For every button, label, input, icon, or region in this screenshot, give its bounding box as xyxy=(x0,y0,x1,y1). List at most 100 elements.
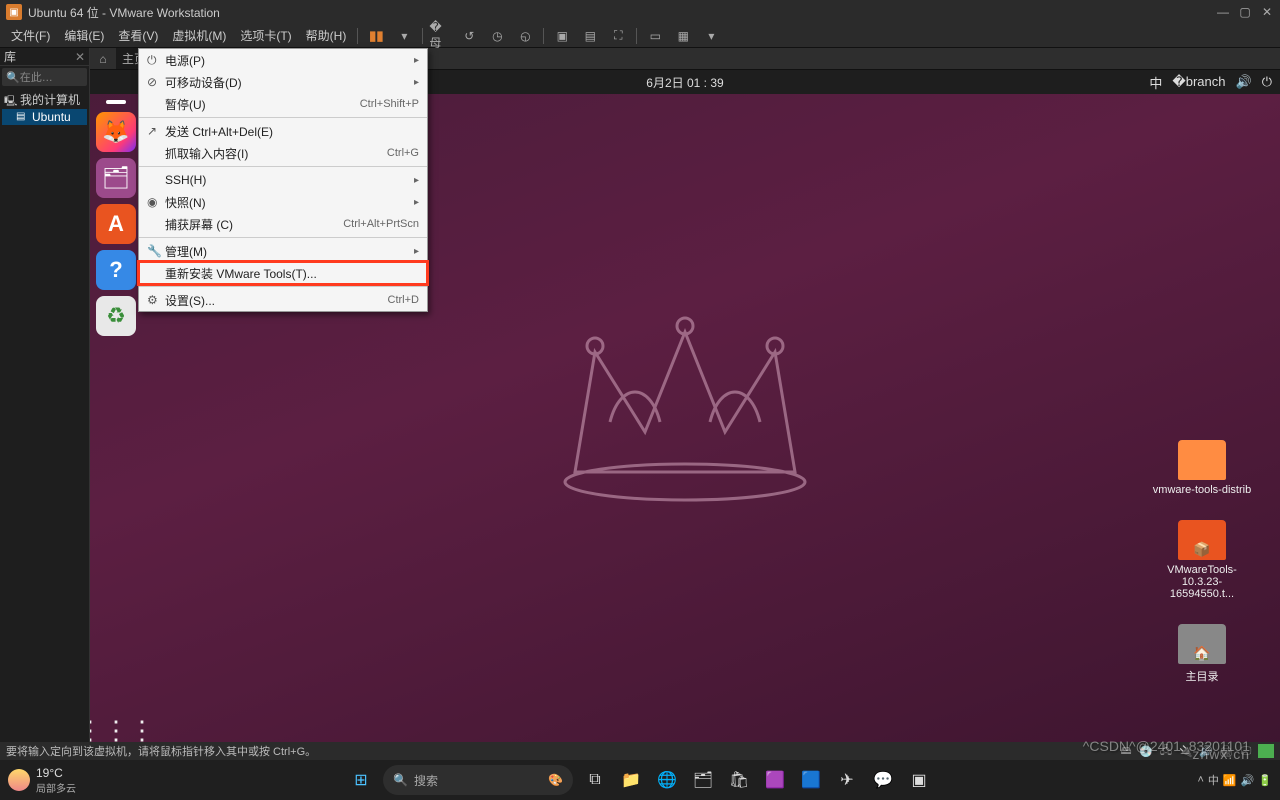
power-icon: ⏻ xyxy=(147,53,165,68)
library-title: 库 xyxy=(4,48,16,65)
power-icon[interactable]: ⏻ xyxy=(1262,74,1272,90)
weather-icon xyxy=(8,769,30,791)
library-search-placeholder: 在此… xyxy=(20,69,53,85)
menu-tabs[interactable]: 选项卡(T) xyxy=(233,25,298,46)
tray-chevron-icon[interactable]: ˄ xyxy=(1197,774,1203,786)
library-close-icon[interactable]: ✕ xyxy=(75,50,85,64)
library-sidebar: 库 ✕ 🔍 在此… 🖳 我的计算机 ▤ Ubuntu xyxy=(0,48,90,760)
vm-menu-capture[interactable]: 捕获屏幕 (C)Ctrl+Alt+PrtScn xyxy=(139,213,427,235)
desktop-home[interactable]: 🏠 主目录 xyxy=(1152,624,1252,684)
computer-icon: 🖳 xyxy=(4,94,18,106)
minimize-button[interactable]: — xyxy=(1216,5,1230,19)
home-icon: ⌂ xyxy=(99,52,106,66)
library-search[interactable]: 🔍 在此… xyxy=(2,68,87,86)
dock-help[interactable]: ? xyxy=(96,250,136,290)
maximize-button[interactable]: ▢ xyxy=(1238,5,1252,19)
search-art-icon: 🎨 xyxy=(548,773,563,787)
ime-indicator[interactable]: 中 xyxy=(1149,73,1162,92)
dock-firefox[interactable]: 🦊 xyxy=(96,112,136,152)
search-icon: 🔍 xyxy=(393,773,408,787)
vm-menu-grab[interactable]: 抓取输入内容(I)Ctrl+G xyxy=(139,142,427,164)
desktop-icons: vmware-tools-distrib 📦 VMwareTools-10.3.… xyxy=(1152,440,1252,684)
ubuntu-clock: 6月2日 01 : 39 xyxy=(646,74,723,91)
vm-menu-snapshot[interactable]: ◉快照(N)▸ xyxy=(139,191,427,213)
tb-app3[interactable]: ✈ xyxy=(833,766,861,794)
network-icon[interactable]: �branch xyxy=(1172,74,1225,90)
taskbar-search[interactable]: 🔍 搜索 🎨 xyxy=(383,765,573,795)
window-titlebar: ▣ Ubuntu 64 位 - VMware Workstation — ▢ ✕ xyxy=(0,0,1280,24)
taskbar-weather[interactable]: 19°C 局部多云 xyxy=(8,766,76,795)
tab-home[interactable]: ⌂ xyxy=(94,50,112,68)
status-indicator xyxy=(1258,744,1274,758)
status-text: 要将输入定向到该虚拟机，请将鼠标指针移入其中或按 Ctrl+G。 xyxy=(6,743,316,759)
last-snap-icon[interactable]: ◵ xyxy=(513,26,537,46)
start-button[interactable]: ⊞ xyxy=(347,766,375,794)
vm-menu-power[interactable]: ⏻电源(P)▸ xyxy=(139,49,427,71)
close-button[interactable]: ✕ xyxy=(1260,5,1274,19)
menu-file[interactable]: 文件(F) xyxy=(4,25,57,46)
window-title: Ubuntu 64 位 - VMware Workstation xyxy=(28,4,220,21)
thumbnail-icon[interactable]: ▦ xyxy=(671,26,695,46)
tray-volume-icon[interactable]: 🔊 xyxy=(1241,774,1255,787)
stretch-icon[interactable]: ⛶ xyxy=(606,26,630,46)
tb-app1[interactable]: 🟪 xyxy=(761,766,789,794)
menu-vm[interactable]: 虚拟机(M) xyxy=(165,25,233,46)
tb-chrome[interactable]: 🌐 xyxy=(653,766,681,794)
tb-vmware[interactable]: ▣ xyxy=(905,766,933,794)
dock-store[interactable]: A xyxy=(96,204,136,244)
menu-view[interactable]: 查看(V) xyxy=(111,25,165,46)
volume-icon[interactable]: 🔊 xyxy=(1236,74,1252,90)
taskview-button[interactable]: ⧉ xyxy=(581,766,609,794)
desktop-tar-vmtools[interactable]: 📦 VMwareTools-10.3.23-16594550.t... xyxy=(1152,520,1252,600)
tree-node-label: Ubuntu xyxy=(32,110,71,124)
weather-desc: 局部多云 xyxy=(36,780,76,795)
gear-icon: ⚙ xyxy=(147,293,165,307)
taskbar-search-placeholder: 搜索 xyxy=(414,772,438,789)
app-icon: ▣ xyxy=(6,4,22,20)
vm-menu-dropdown: ⏻电源(P)▸ ⊘可移动设备(D)▸ 暂停(U)Ctrl+Shift+P ↗发送… xyxy=(138,48,428,312)
tray-ime[interactable]: 中 xyxy=(1208,772,1219,788)
vm-menu-pause[interactable]: 暂停(U)Ctrl+Shift+P xyxy=(139,93,427,115)
camera-icon: ◉ xyxy=(147,195,165,209)
wallpaper-crown xyxy=(535,272,835,532)
tray-wifi-icon[interactable]: 📶 xyxy=(1223,774,1237,787)
desktop-tar-label: VMwareTools-10.3.23-16594550.t... xyxy=(1152,564,1252,600)
vm-menu-settings[interactable]: ⚙设置(S)...Ctrl+D xyxy=(139,289,427,311)
weather-temp: 19°C xyxy=(36,766,76,780)
search-icon: 🔍 xyxy=(6,71,20,84)
menu-edit[interactable]: 编辑(E) xyxy=(57,25,111,46)
tree-root[interactable]: 🖳 我的计算机 xyxy=(2,90,87,109)
desktop-folder-vmtools[interactable]: vmware-tools-distrib xyxy=(1152,440,1252,496)
desktop-home-label: 主目录 xyxy=(1186,668,1219,684)
windows-taskbar: 19°C 局部多云 ⊞ 🔍 搜索 🎨 ⧉ 📁 🌐 🗂 🛍 🟪 🟦 ✈ 💬 ▣ ˄… xyxy=(0,760,1280,800)
tb-store[interactable]: 🛍 xyxy=(725,766,753,794)
tb-explorer[interactable]: 📁 xyxy=(617,766,645,794)
menubar: 文件(F) 编辑(E) 查看(V) 虚拟机(M) 选项卡(T) 帮助(H) ▮▮… xyxy=(0,24,1280,48)
tb-folder2[interactable]: 🗂 xyxy=(689,766,717,794)
tab-dropdown-icon[interactable]: ▾ xyxy=(699,26,723,46)
dock-indicator xyxy=(106,100,126,104)
tb-wechat[interactable]: 💬 xyxy=(869,766,897,794)
vm-menu-manage[interactable]: 🔧管理(M)▸ xyxy=(139,240,427,262)
manage-snap-icon[interactable]: ◷ xyxy=(485,26,509,46)
dock-trash[interactable]: ♻ xyxy=(96,296,136,336)
snapshot-icon[interactable]: �母 xyxy=(429,26,453,46)
console-icon[interactable]: ▭ xyxy=(643,26,667,46)
ubuntu-dock: 🦊 🗂 A ? ♻ ⋮⋮⋮ xyxy=(90,94,142,760)
tb-app2[interactable]: 🟦 xyxy=(797,766,825,794)
dock-files[interactable]: 🗂 xyxy=(96,158,136,198)
desktop-folder-label: vmware-tools-distrib xyxy=(1153,484,1251,496)
vm-menu-removable[interactable]: ⊘可移动设备(D)▸ xyxy=(139,71,427,93)
menu-help[interactable]: 帮助(H) xyxy=(299,25,354,46)
vm-menu-send-cad[interactable]: ↗发送 Ctrl+Alt+Del(E) xyxy=(139,120,427,142)
tray-battery-icon[interactable]: 🔋 xyxy=(1258,774,1272,787)
fullscreen-icon[interactable]: ▣ xyxy=(550,26,574,46)
dropdown-icon[interactable]: ▾ xyxy=(392,26,416,46)
vm-menu-reinstall-tools[interactable]: 重新安装 VMware Tools(T)... xyxy=(139,262,427,284)
tree-node-ubuntu[interactable]: ▤ Ubuntu xyxy=(2,109,87,125)
pause-icon[interactable]: ▮▮ xyxy=(364,26,388,46)
unity-icon[interactable]: ▤ xyxy=(578,26,602,46)
wrench-icon: 🔧 xyxy=(147,244,165,258)
revert-icon[interactable]: ↺ xyxy=(457,26,481,46)
vm-menu-ssh[interactable]: SSH(H)▸ xyxy=(139,169,427,191)
